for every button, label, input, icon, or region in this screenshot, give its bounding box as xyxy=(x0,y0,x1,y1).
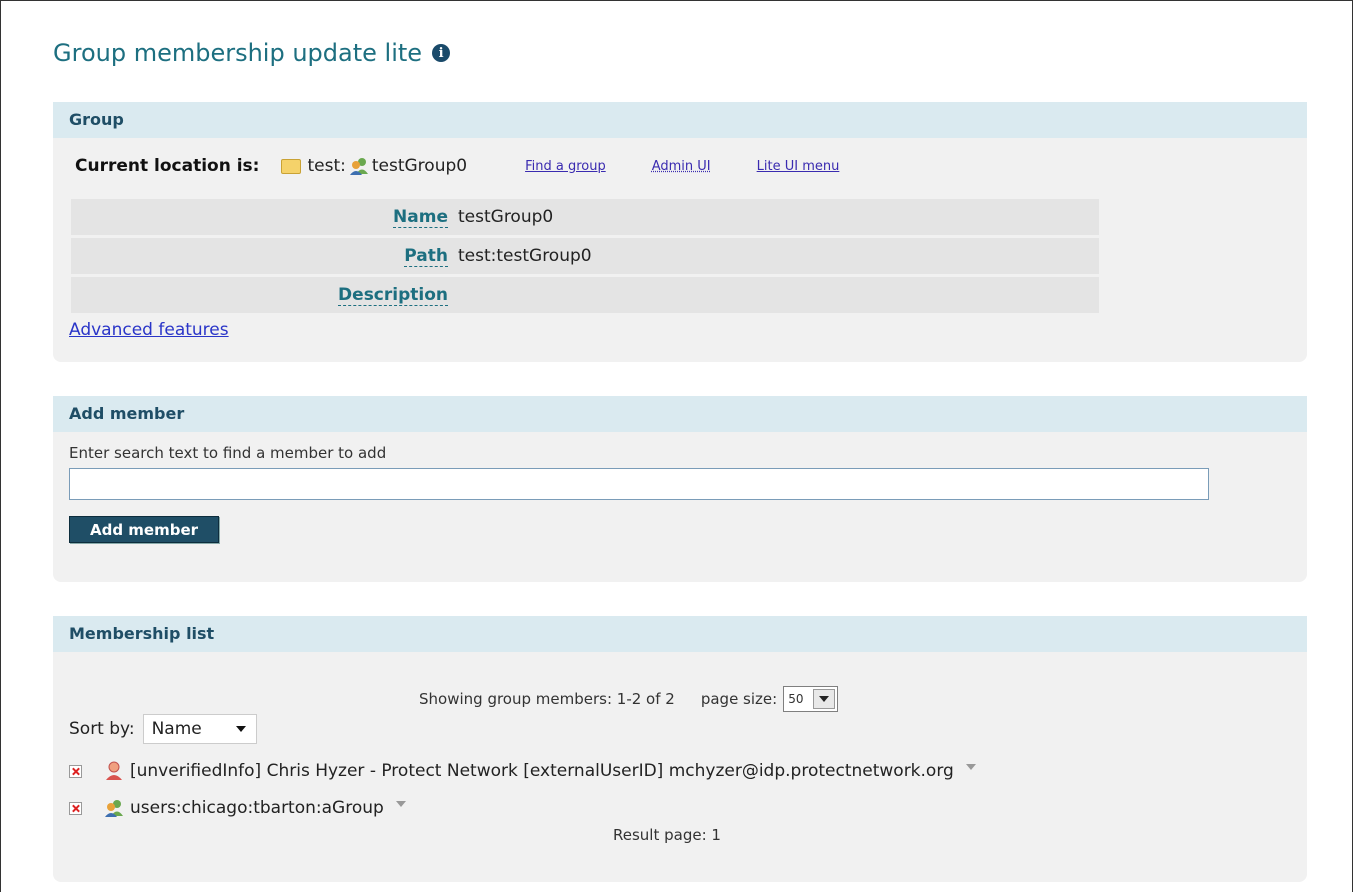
member-menu-icon[interactable] xyxy=(395,801,406,807)
membership-list-panel: Membership list Showing group members: 1… xyxy=(53,616,1307,882)
page-size-select[interactable]: 50 xyxy=(783,686,839,712)
description-value xyxy=(454,277,1099,313)
path-value: test:testGroup0 xyxy=(454,238,1099,274)
list-item: users:chicago:tbarton:aGroup xyxy=(69,798,406,818)
sort-by-value: Name xyxy=(151,719,202,739)
chevron-down-icon xyxy=(235,726,246,732)
sort-by-select[interactable]: Name xyxy=(142,714,257,744)
chevron-down-icon[interactable] xyxy=(813,689,836,709)
folder-icon xyxy=(281,158,302,174)
delete-member-icon[interactable] xyxy=(69,801,82,815)
group-panel-heading: Group xyxy=(53,102,1307,138)
path-label[interactable]: Path xyxy=(404,246,448,267)
add-member-hint: Enter search text to find a member to ad… xyxy=(69,444,387,462)
attribute-row-path: Path test:testGroup0 xyxy=(71,238,1099,274)
page-title-text: Group membership update lite xyxy=(53,39,423,67)
info-icon[interactable]: i xyxy=(432,44,451,62)
person-icon xyxy=(106,761,122,780)
membership-list-heading: Membership list xyxy=(53,616,1307,652)
list-item: [unverifiedInfo] Chris Hyzer - Protect N… xyxy=(69,761,976,781)
find-group-link[interactable]: Find a group xyxy=(525,159,606,174)
page-size-value: 50 xyxy=(788,692,804,706)
admin-ui-link[interactable]: Admin UI xyxy=(652,159,711,174)
paging-info: Showing group members: 1-2 of 2 page siz… xyxy=(419,686,839,712)
current-location-label: Current location is: xyxy=(75,156,260,176)
attribute-row-name: Name testGroup0 xyxy=(71,199,1099,235)
showing-count: Showing group members: 1-2 of 2 xyxy=(419,690,675,708)
group-name: testGroup0 xyxy=(371,156,468,176)
group-attributes-table: Name testGroup0 Path test:testGroup0 Des… xyxy=(71,196,1099,316)
member-menu-icon[interactable] xyxy=(965,764,976,770)
sort-by-label: Sort by: xyxy=(69,719,135,739)
group-icon xyxy=(105,800,123,817)
add-member-button[interactable]: Add member xyxy=(69,516,219,543)
result-page: Result page: 1 xyxy=(613,826,721,844)
folder-name: test: xyxy=(307,156,346,176)
member-label: users:chicago:tbarton:aGroup xyxy=(130,798,384,818)
sort-by-row: Sort by: Name xyxy=(69,714,257,744)
attribute-row-description: Description xyxy=(71,277,1099,313)
page-title: Group membership update lite i xyxy=(53,39,451,67)
member-search-input[interactable] xyxy=(69,468,1209,500)
add-member-panel: Add member Enter search text to find a m… xyxy=(53,396,1307,582)
page-size-label: page size: xyxy=(700,690,778,708)
page-frame: Group membership update lite i Group Cur… xyxy=(0,0,1353,892)
name-label[interactable]: Name xyxy=(393,207,448,228)
current-location-row: Current location is: test: testGroup0 Fi… xyxy=(75,156,839,176)
advanced-features-link[interactable]: Advanced features xyxy=(69,320,229,340)
group-panel: Group Current location is: test: testGro… xyxy=(53,102,1307,362)
group-icon xyxy=(349,158,368,175)
add-member-heading: Add member xyxy=(53,396,1307,432)
description-label[interactable]: Description xyxy=(338,285,448,306)
lite-ui-menu-link[interactable]: Lite UI menu xyxy=(757,159,840,174)
name-value: testGroup0 xyxy=(454,199,1099,235)
delete-member-icon[interactable] xyxy=(69,764,82,778)
member-label: [unverifiedInfo] Chris Hyzer - Protect N… xyxy=(130,761,954,781)
